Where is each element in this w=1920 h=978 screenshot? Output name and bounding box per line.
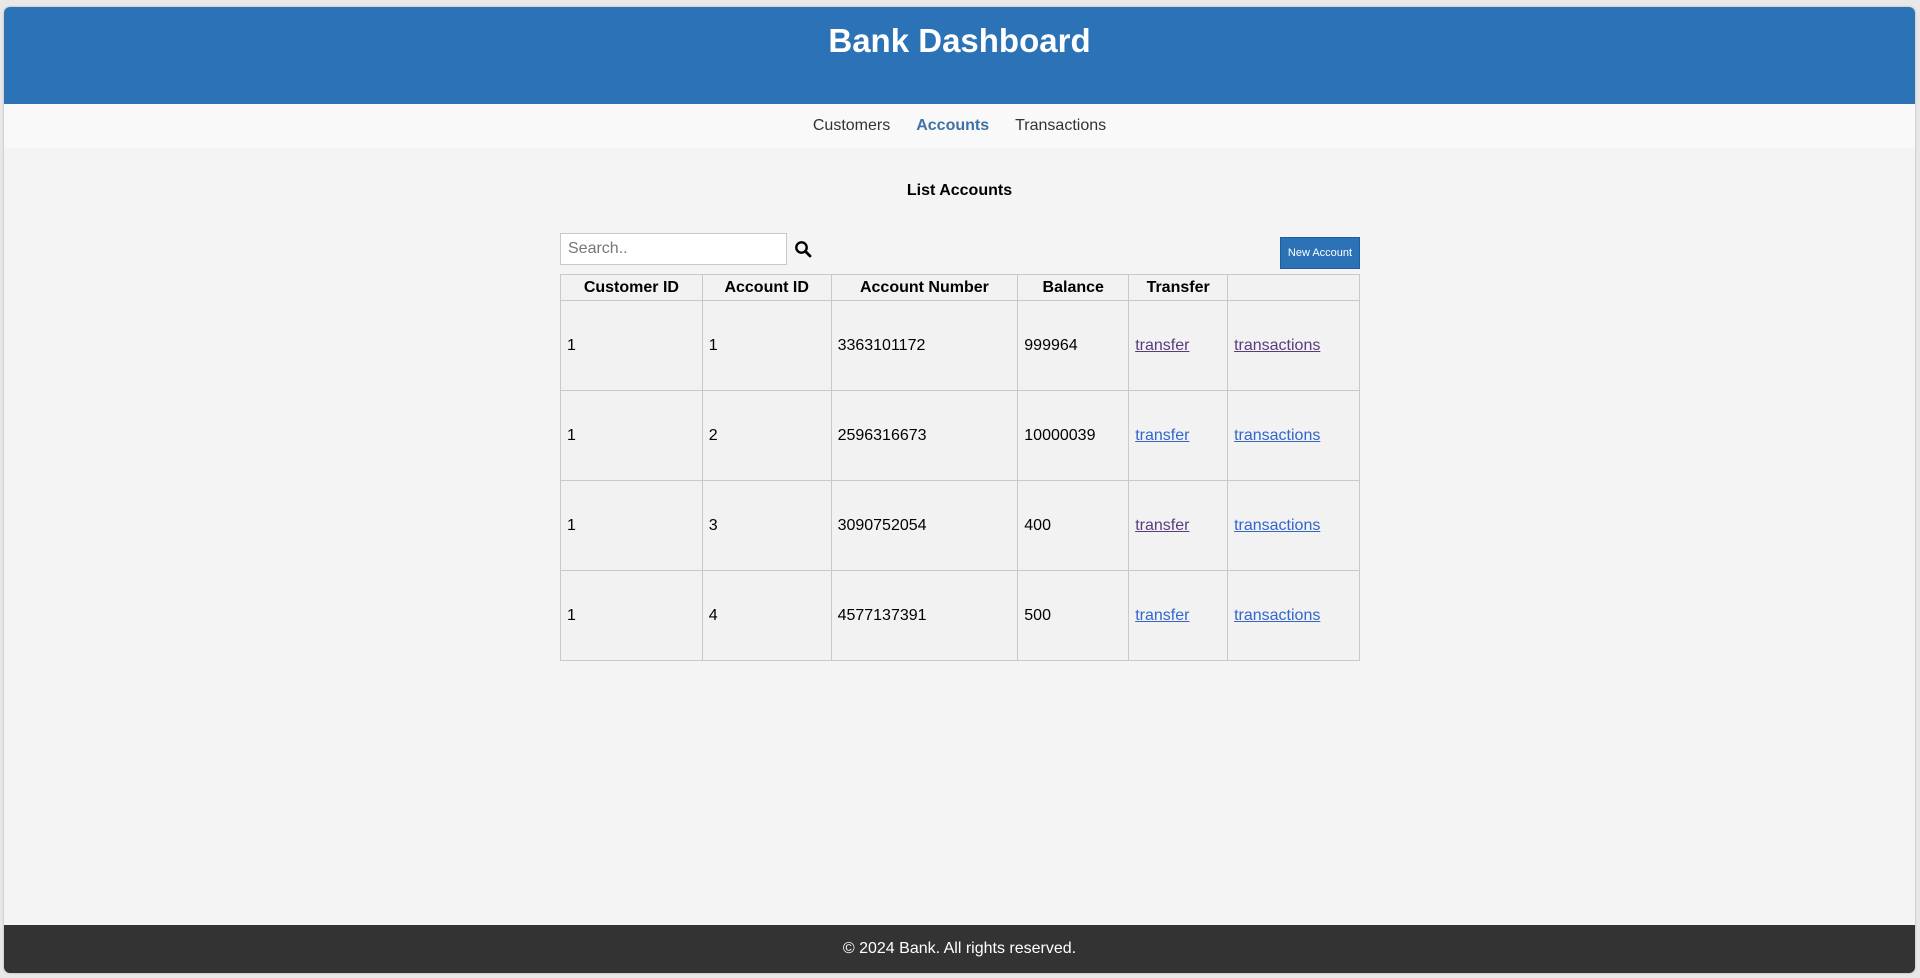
cell-account-number: 2596316673 xyxy=(830,390,1019,481)
accounts-table: Customer ID Account ID Account Number Ba… xyxy=(560,274,1360,661)
page-header-title: Bank Dashboard xyxy=(828,22,1091,59)
cell-account-number: 3363101172 xyxy=(830,300,1019,391)
transfer-link[interactable]: transfer xyxy=(1135,517,1189,534)
nav-item-customers[interactable]: Customers xyxy=(813,117,890,135)
transactions-link[interactable]: transactions xyxy=(1234,607,1320,624)
cell-transfer: transfer xyxy=(1128,390,1229,481)
table-row: 1 3 3090752054 400 transfer transactions xyxy=(560,480,1360,571)
cell-transactions: transactions xyxy=(1227,570,1360,661)
table-row: 1 1 3363101172 999964 transfer transacti… xyxy=(560,300,1360,391)
cell-customer-id: 1 xyxy=(560,390,703,481)
cell-account-id: 3 xyxy=(701,480,832,571)
cell-customer-id: 1 xyxy=(560,300,703,391)
search-input[interactable] xyxy=(560,233,787,265)
section-title: List Accounts xyxy=(906,182,1013,199)
new-account-button[interactable]: New Account xyxy=(1280,237,1360,269)
column-header-account-id: Account ID xyxy=(701,274,832,301)
transfer-link[interactable]: transfer xyxy=(1135,607,1189,624)
nav-item-transactions[interactable]: Transactions xyxy=(1015,117,1106,135)
cell-account-number: 3090752054 xyxy=(830,480,1019,571)
column-header-account-number: Account Number xyxy=(830,274,1019,301)
table-header-row: Customer ID Account ID Account Number Ba… xyxy=(560,274,1360,301)
page-footer: © 2024 Bank. All rights reserved. xyxy=(4,925,1915,973)
cell-account-id: 4 xyxy=(701,570,832,661)
transfer-link[interactable]: transfer xyxy=(1135,427,1189,444)
cell-transactions: transactions xyxy=(1227,480,1360,571)
cell-balance: 400 xyxy=(1017,480,1130,571)
transactions-link[interactable]: transactions xyxy=(1234,427,1320,444)
column-header-actions xyxy=(1227,274,1360,301)
search-icon[interactable] xyxy=(794,240,812,258)
main-content: List Accounts New Account Customer ID xyxy=(4,148,1915,925)
accounts-toolbar: New Account xyxy=(560,233,1360,269)
cell-account-id: 2 xyxy=(701,390,832,481)
table-row: 1 4 4577137391 500 transfer transactions xyxy=(560,570,1360,661)
nav-item-accounts[interactable]: Accounts xyxy=(916,117,989,135)
transactions-link[interactable]: transactions xyxy=(1234,517,1320,534)
column-header-customer-id: Customer ID xyxy=(560,274,703,301)
column-header-transfer: Transfer xyxy=(1128,274,1229,301)
cell-account-number: 4577137391 xyxy=(830,570,1019,661)
cell-transfer: transfer xyxy=(1128,480,1229,571)
browser-viewport: Bank Dashboard Customers Accounts Transa… xyxy=(4,7,1915,973)
cell-customer-id: 1 xyxy=(560,480,703,571)
cell-balance: 10000039 xyxy=(1017,390,1130,481)
cell-customer-id: 1 xyxy=(560,570,703,661)
cell-balance: 500 xyxy=(1017,570,1130,661)
cell-transactions: transactions xyxy=(1227,390,1360,481)
cell-transfer: transfer xyxy=(1128,570,1229,661)
transactions-link[interactable]: transactions xyxy=(1234,337,1320,354)
cell-transfer: transfer xyxy=(1128,300,1229,391)
page-header: Bank Dashboard xyxy=(4,7,1915,104)
cell-balance: 999964 xyxy=(1017,300,1130,391)
cell-transactions: transactions xyxy=(1227,300,1360,391)
main-nav: Customers Accounts Transactions xyxy=(4,104,1915,148)
column-header-balance: Balance xyxy=(1017,274,1130,301)
transfer-link[interactable]: transfer xyxy=(1135,337,1189,354)
table-row: 1 2 2596316673 10000039 transfer transac… xyxy=(560,390,1360,481)
cell-account-id: 1 xyxy=(701,300,832,391)
